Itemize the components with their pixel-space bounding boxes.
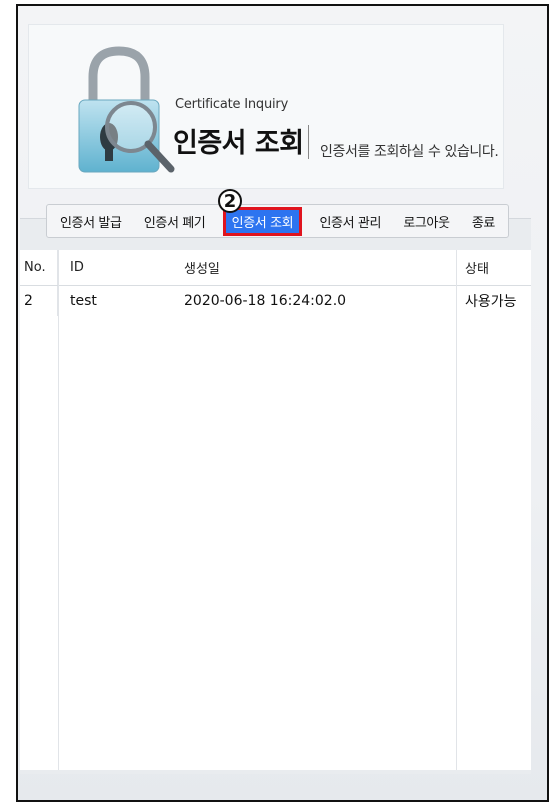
step-number-badge: 2 [218,189,242,213]
cell-id: test [70,293,97,309]
page-header: Certificate Inquiry 인증서 조회 인증서를 조회하실 수 있… [28,24,504,189]
table-header: No. ID 생성일 상태 [20,250,531,286]
cell-status: 사용가능 [456,286,531,316]
tab-manage-certificate[interactable]: 인증서 관리 [314,209,386,234]
column-header-id[interactable]: ID [58,250,168,285]
page-description: 인증서를 조회하실 수 있습니다. [320,144,499,160]
page-subtitle: Certificate Inquiry [175,97,289,112]
column-header-no[interactable]: No. [20,250,58,285]
menu-tab-bar: 인증서 발급 인증서 폐기 인증서 조회 인증서 관리 로그아웃 종료 [46,204,509,238]
cell-no: 2 [20,286,58,316]
tab-issue-certificate[interactable]: 인증서 발급 [55,209,127,234]
title-divider [308,125,309,159]
cell-created: 2020-06-18 16:24:02.0 [184,293,347,309]
column-header-created[interactable]: 생성일 [168,250,456,285]
page-title: 인증서 조회 [173,128,304,159]
tab-logout[interactable]: 로그아웃 [398,209,454,234]
tab-exit[interactable]: 종료 [467,209,500,234]
column-header-status[interactable]: 상태 [456,250,531,285]
column-divider [58,250,59,770]
column-divider [456,250,457,770]
certificate-table: No. ID 생성일 상태 2 test 2020-06-18 16:24:02… [20,250,531,770]
certificate-lock-icon [78,46,175,173]
tab-revoke-certificate[interactable]: 인증서 폐기 [139,209,211,234]
table-row[interactable]: 2 test 2020-06-18 16:24:02.0 사용가능 [20,286,531,316]
